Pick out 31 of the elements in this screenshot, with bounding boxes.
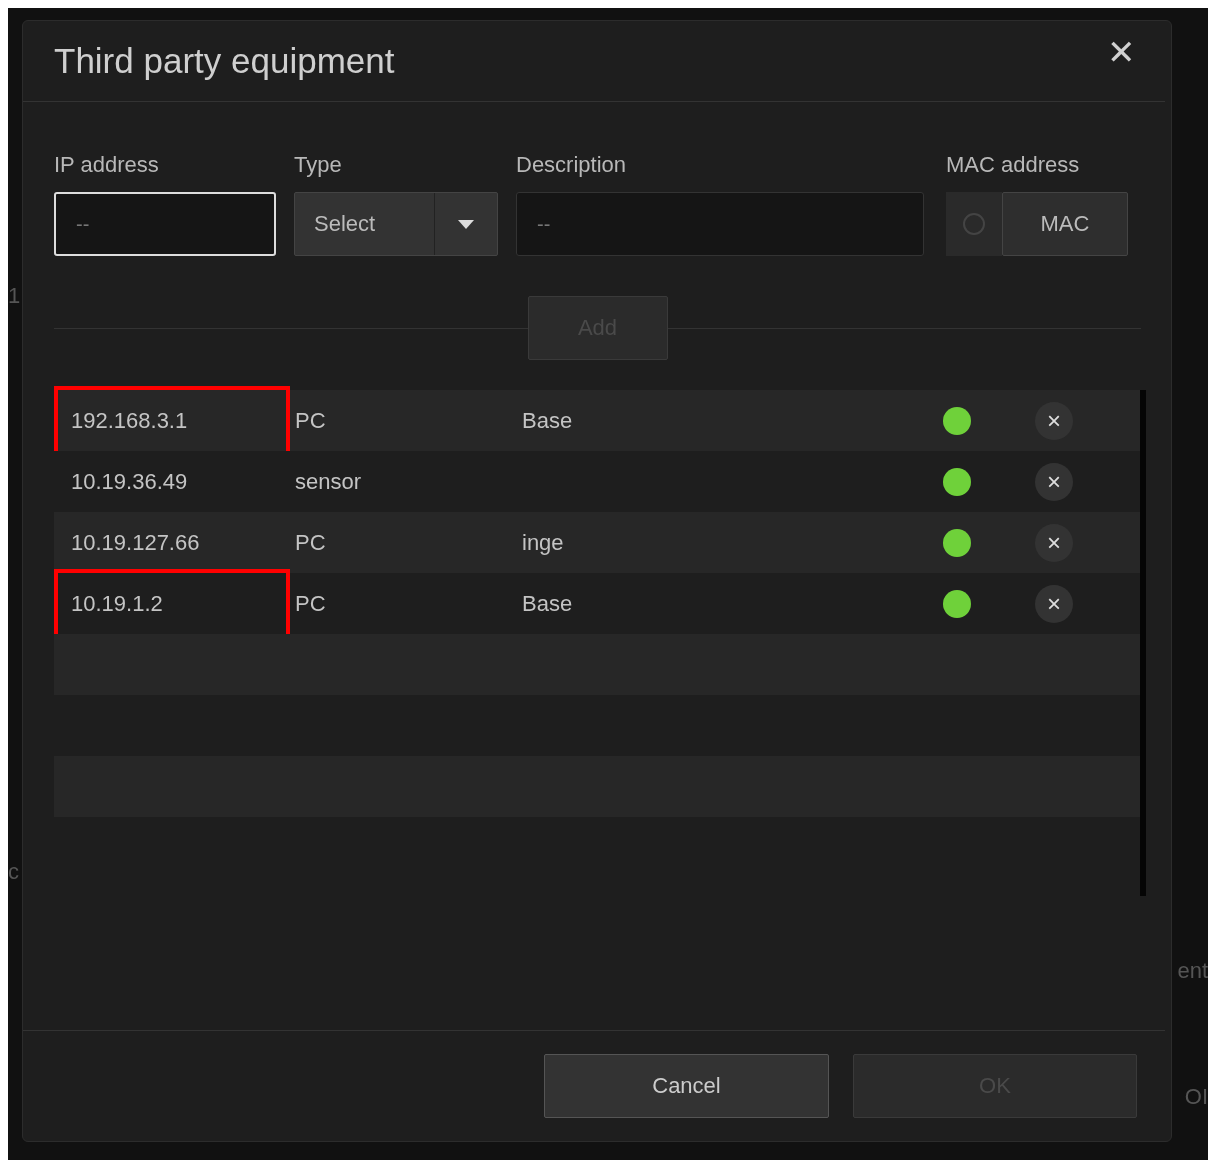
field-label: Description bbox=[516, 152, 628, 178]
ip-address-field[interactable]: -- bbox=[54, 192, 276, 256]
remove-button[interactable]: × bbox=[1035, 584, 1073, 623]
type-cell-text: PC bbox=[294, 407, 327, 434]
type-select[interactable]: Select bbox=[294, 192, 498, 256]
field-label: MAC address bbox=[946, 152, 1081, 178]
caret-icon bbox=[458, 219, 474, 229]
remove-button[interactable]: × bbox=[1035, 523, 1073, 562]
field-label: Type bbox=[294, 152, 343, 178]
remove-button[interactable]: × bbox=[1035, 462, 1073, 501]
remove-button[interactable]: × bbox=[1035, 401, 1073, 440]
description-cell-text: inge bbox=[521, 529, 565, 556]
type-cell-text: PC bbox=[294, 529, 327, 556]
radio-button[interactable] bbox=[946, 192, 1002, 256]
background-text: 1 bbox=[8, 283, 21, 309]
background-text: ent bbox=[1177, 958, 1208, 984]
mac-button[interactable]: MAC bbox=[1002, 192, 1128, 256]
ip-cell-text: 10.19.36.49 bbox=[70, 467, 189, 496]
ip-cell-text: 10.19.127.66 bbox=[70, 528, 201, 557]
description-cell-text: Base bbox=[521, 590, 574, 617]
table-row[interactable]: 10.19.127.66 PC inge × bbox=[54, 512, 1140, 573]
cancel-button[interactable]: Cancel bbox=[544, 1054, 829, 1118]
dialog-title: Third party equipment bbox=[54, 41, 395, 81]
field-label: IP address bbox=[54, 152, 160, 178]
description-field[interactable]: -- bbox=[516, 192, 924, 256]
type-cell-text: PC bbox=[294, 590, 327, 617]
close-button[interactable]: ✕ bbox=[1107, 32, 1135, 72]
background-text: c bbox=[8, 859, 19, 885]
background-text: OI bbox=[1184, 1084, 1208, 1110]
type-cell-text: sensor bbox=[294, 468, 363, 495]
description-cell-text: Base bbox=[521, 407, 574, 434]
